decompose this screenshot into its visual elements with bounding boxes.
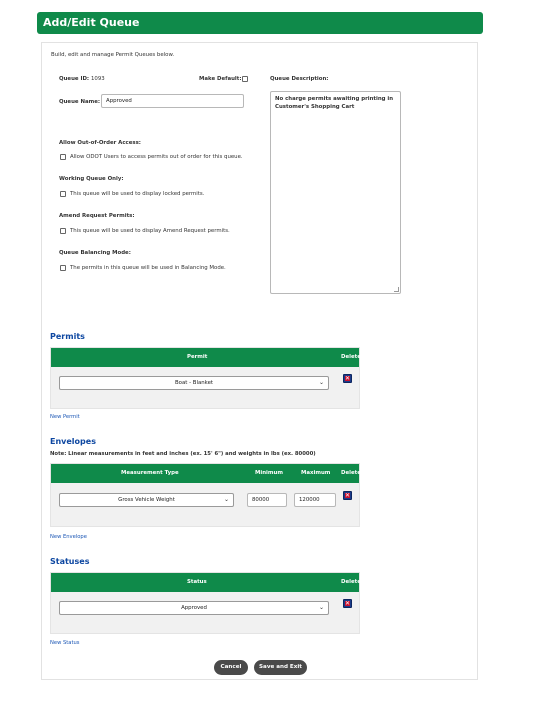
chevron-down-icon: ⌄ bbox=[223, 496, 229, 503]
make-default-checkbox[interactable] bbox=[242, 76, 248, 82]
permit-column-header: Permit bbox=[187, 354, 208, 360]
delete-icon: ✕ bbox=[344, 375, 351, 382]
queue-description-label: Queue Description: bbox=[270, 76, 329, 82]
permits-section-title: Permits bbox=[50, 332, 85, 341]
balancing-mode-checkbox-label: The permits in this queue will be used i… bbox=[70, 265, 226, 271]
measurement-type-select-value: Gross Vehicle Weight bbox=[118, 497, 175, 503]
delete-icon: ✕ bbox=[344, 492, 351, 499]
envelopes-grid: Measurement Type Minimum Maximum Delete … bbox=[50, 463, 361, 527]
resize-grip-icon[interactable] bbox=[394, 287, 399, 292]
new-status-link[interactable]: New Status bbox=[50, 640, 80, 646]
balancing-mode-checkbox[interactable] bbox=[60, 265, 66, 271]
delete-icon: ✕ bbox=[344, 600, 351, 607]
queue-name-label: Queue Name: bbox=[59, 99, 101, 105]
working-queue-heading: Working Queue Only: bbox=[59, 176, 124, 182]
queue-form-panel: Build, edit and manage Permit Queues bel… bbox=[41, 42, 478, 680]
out-of-order-heading: Allow Out-of-Order Access: bbox=[59, 140, 141, 146]
chevron-down-icon: ⌄ bbox=[318, 604, 324, 611]
delete-column-header: Delete bbox=[341, 470, 361, 476]
make-default-label: Make Default: bbox=[199, 76, 242, 82]
page-header: Add/Edit Queue bbox=[37, 12, 483, 34]
queue-description-textarea[interactable]: No charge permits awaiting printing in C… bbox=[270, 91, 401, 294]
status-select[interactable]: Approved ⌄ bbox=[59, 601, 329, 615]
intro-text: Build, edit and manage Permit Queues bel… bbox=[51, 52, 175, 58]
delete-status-button[interactable]: ✕ bbox=[343, 599, 352, 608]
working-queue-checkbox-label: This queue will be used to display locke… bbox=[70, 191, 205, 197]
minimum-column-header: Minimum bbox=[255, 470, 283, 476]
statuses-grid: Status Delete Approved ⌄ ✕ bbox=[50, 572, 361, 634]
working-queue-checkbox[interactable] bbox=[60, 191, 66, 197]
permits-grid: Permit Delete Boat - Blanket ⌄ ✕ bbox=[50, 347, 361, 409]
out-of-order-checkbox[interactable] bbox=[60, 154, 66, 160]
queue-id-value: 1093 bbox=[91, 76, 105, 82]
amend-request-heading: Amend Request Permits: bbox=[59, 213, 135, 219]
status-column-header: Status bbox=[187, 579, 207, 585]
save-and-exit-button[interactable]: Save and Exit bbox=[254, 660, 307, 675]
permits-grid-header: Permit Delete bbox=[51, 348, 361, 367]
statuses-grid-header: Status Delete bbox=[51, 573, 361, 592]
permit-select-value: Boat - Blanket bbox=[174, 380, 214, 386]
envelopes-section-title: Envelopes bbox=[50, 437, 96, 446]
new-envelope-link[interactable]: New Envelope bbox=[50, 534, 87, 540]
delete-column-header: Delete bbox=[341, 354, 361, 360]
chevron-down-icon: ⌄ bbox=[318, 379, 324, 386]
queue-description-text: No charge permits awaiting printing in C… bbox=[275, 96, 394, 110]
out-of-order-checkbox-label: Allow ODOT Users to access permits out o… bbox=[70, 154, 243, 160]
balancing-mode-heading: Queue Balancing Mode: bbox=[59, 250, 131, 256]
status-select-value: Approved bbox=[181, 605, 207, 611]
measurement-type-select[interactable]: Gross Vehicle Weight ⌄ bbox=[59, 493, 234, 507]
delete-column-header: Delete bbox=[341, 579, 361, 585]
statuses-section-title: Statuses bbox=[50, 557, 90, 566]
maximum-input[interactable]: 120000 bbox=[294, 493, 336, 507]
delete-envelope-button[interactable]: ✕ bbox=[343, 491, 352, 500]
amend-request-checkbox[interactable] bbox=[60, 228, 66, 234]
cancel-button[interactable]: Cancel bbox=[214, 660, 248, 675]
envelopes-note: Note: Linear measurements in feet and in… bbox=[50, 451, 316, 457]
maximum-column-header: Maximum bbox=[301, 470, 331, 476]
queue-id-label: Queue ID: bbox=[59, 76, 90, 82]
measurement-type-column-header: Measurement Type bbox=[121, 470, 179, 476]
permit-select[interactable]: Boat - Blanket ⌄ bbox=[59, 376, 329, 390]
new-permit-link[interactable]: New Permit bbox=[50, 414, 80, 420]
queue-name-input[interactable]: Approved bbox=[101, 94, 244, 108]
delete-permit-button[interactable]: ✕ bbox=[343, 374, 352, 383]
page-title: Add/Edit Queue bbox=[43, 16, 140, 29]
envelopes-grid-header: Measurement Type Minimum Maximum Delete bbox=[51, 464, 361, 483]
amend-request-checkbox-label: This queue will be used to display Amend… bbox=[70, 228, 230, 234]
minimum-input[interactable]: 80000 bbox=[247, 493, 287, 507]
